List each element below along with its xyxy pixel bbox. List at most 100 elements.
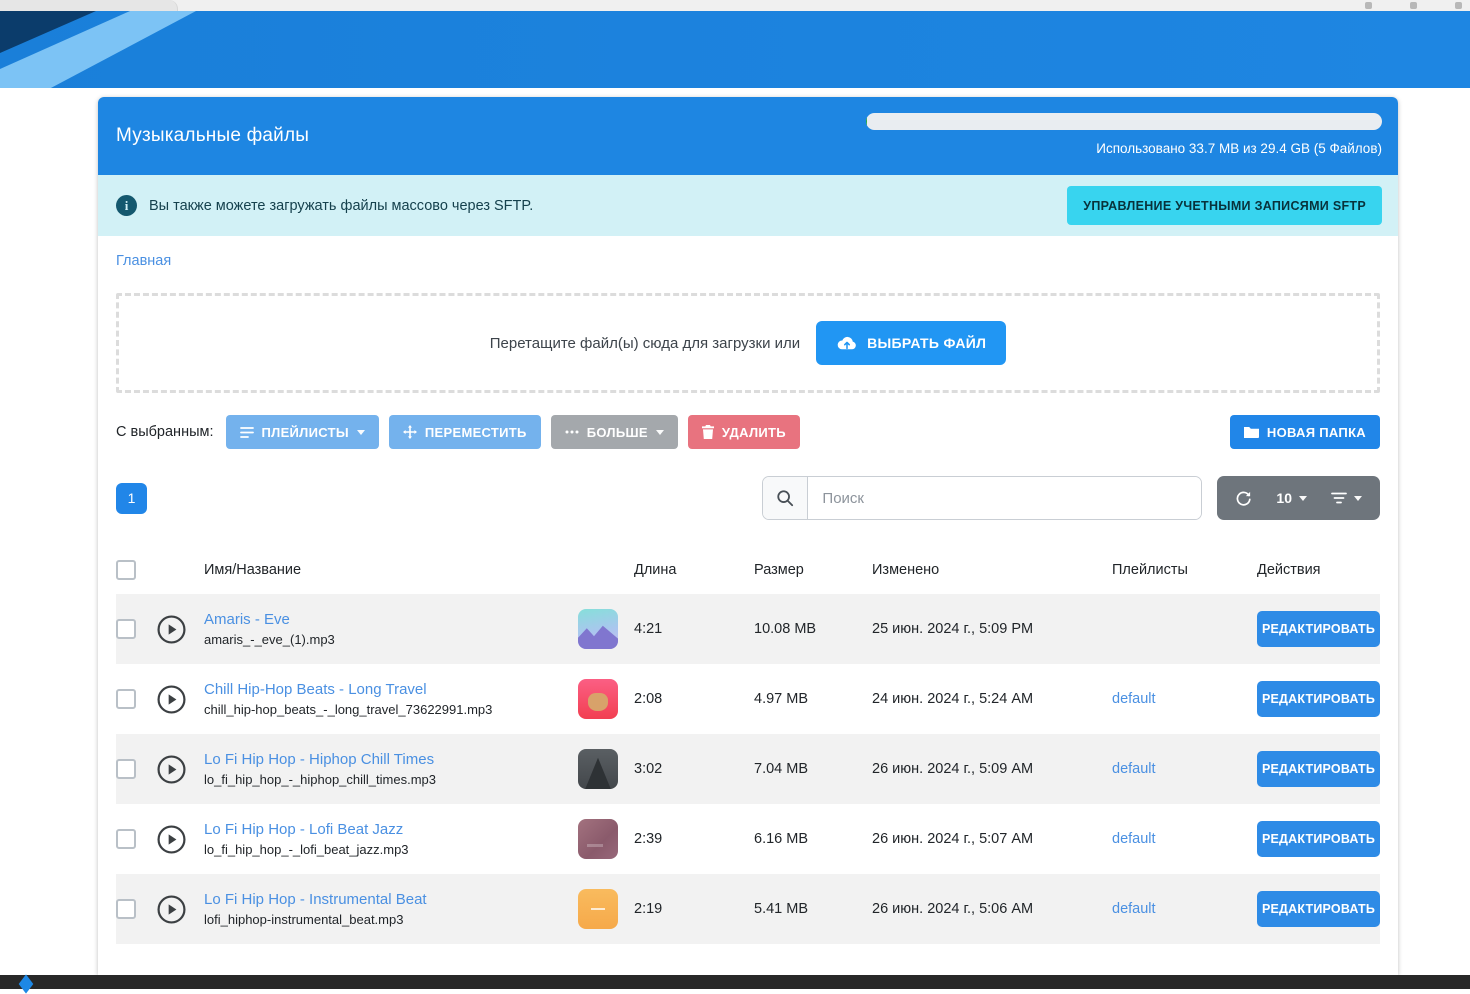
dropzone-prompt: Перетащите файл(ы) сюда для загрузки или <box>490 335 800 352</box>
file-title-link[interactable]: Lo Fi Hip Hop - Instrumental Beat <box>204 891 578 908</box>
new-folder-label: НОВАЯ ПАПКА <box>1267 425 1366 440</box>
move-label: ПЕРЕМЕСТИТЬ <box>425 425 527 440</box>
list-settings-group: 10 <box>1217 476 1380 520</box>
storage-usage-text: Использовано 33.7 MB из 29.4 GB (5 Файло… <box>1096 141 1382 156</box>
file-size: 10.08 MB <box>754 621 872 637</box>
cloud-upload-icon <box>836 334 858 352</box>
more-button[interactable]: БОЛЬШЕ <box>551 415 678 449</box>
edit-button[interactable]: РЕДАКТИРОВАТЬ <box>1257 751 1380 787</box>
sort-dropdown[interactable] <box>1319 476 1374 520</box>
delete-label: УДАЛИТЬ <box>722 425 786 440</box>
playlists-button[interactable]: ПЛЕЙЛИСТЫ <box>226 415 379 449</box>
file-thumbnail <box>578 609 618 649</box>
upload-dropzone[interactable]: Перетащите файл(ы) сюда для загрузки или… <box>116 293 1380 393</box>
delete-button[interactable]: УДАЛИТЬ <box>688 415 800 449</box>
play-button[interactable] <box>156 614 187 645</box>
search-input[interactable] <box>808 477 1201 519</box>
ellipsis-icon <box>565 430 579 434</box>
file-name: amaris_-_eve_(1).mp3 <box>204 632 578 647</box>
manage-sftp-button[interactable]: УПРАВЛЕНИЕ УЧЕТНЫМИ ЗАПИСЯМИ SFTP <box>1067 186 1382 225</box>
table-header-row: Имя/Название Длина Размер Изменено Плейл… <box>116 545 1380 594</box>
file-thumbnail <box>578 679 618 719</box>
refresh-button[interactable] <box>1223 476 1264 520</box>
table-row: Lo Fi Hip Hop - Hiphop Chill Times lo_fi… <box>116 734 1380 804</box>
edit-button[interactable]: РЕДАКТИРОВАТЬ <box>1257 681 1380 717</box>
table-row: Amaris - Eve amaris_-_eve_(1).mp3 4:21 1… <box>116 594 1380 664</box>
column-header-modified: Изменено <box>872 562 1112 578</box>
chevron-down-icon <box>357 430 365 435</box>
file-modified: 26 июн. 2024 г., 5:06 AM <box>872 901 1112 917</box>
page-footer <box>0 975 1470 989</box>
file-thumbnail <box>578 889 618 929</box>
file-name: chill_hip-hop_beats_-_long_travel_736229… <box>204 702 578 717</box>
row-checkbox[interactable] <box>116 689 136 709</box>
page-size-dropdown[interactable]: 10 <box>1264 476 1319 520</box>
row-checkbox[interactable] <box>116 619 136 639</box>
browser-icon[interactable] <box>1455 2 1462 9</box>
playlist-link[interactable]: default <box>1112 691 1257 707</box>
footer-logo <box>19 974 34 993</box>
table-row: Lo Fi Hip Hop - Instrumental Beat lofi_h… <box>116 874 1380 944</box>
breadcrumb-home-link[interactable]: Главная <box>116 253 171 269</box>
file-length: 2:19 <box>634 901 754 917</box>
file-modified: 26 июн. 2024 г., 5:09 AM <box>872 761 1112 777</box>
move-button[interactable]: ПЕРЕМЕСТИТЬ <box>389 415 541 449</box>
table-row: Chill Hip-Hop Beats - Long Travel chill_… <box>116 664 1380 734</box>
column-header-actions: Действия <box>1257 562 1380 578</box>
row-checkbox[interactable] <box>116 899 136 919</box>
file-thumbnail <box>578 749 618 789</box>
sftp-info-banner: i Вы также можете загружать файлы массов… <box>98 175 1398 236</box>
file-thumbnail <box>578 819 618 859</box>
chevron-down-icon <box>656 430 664 435</box>
file-name: lofi_hiphop-instrumental_beat.mp3 <box>204 912 578 927</box>
trash-icon <box>702 425 714 439</box>
file-size: 5.41 MB <box>754 901 872 917</box>
file-size: 4.97 MB <box>754 691 872 707</box>
with-selected-label: С выбранным: <box>116 424 214 440</box>
choose-file-label: ВЫБРАТЬ ФАЙЛ <box>867 335 986 351</box>
playlists-label: ПЛЕЙЛИСТЫ <box>262 425 349 440</box>
hero-banner <box>0 11 1470 88</box>
file-title-link[interactable]: Lo Fi Hip Hop - Hiphop Chill Times <box>204 751 578 768</box>
page-title: Музыкальные файлы <box>116 125 309 147</box>
edit-button[interactable]: РЕДАКТИРОВАТЬ <box>1257 821 1380 857</box>
browser-icon[interactable] <box>1365 2 1372 9</box>
choose-file-button[interactable]: ВЫБРАТЬ ФАЙЛ <box>816 321 1006 365</box>
row-checkbox[interactable] <box>116 759 136 779</box>
search-icon <box>763 477 808 519</box>
play-button[interactable] <box>156 894 187 925</box>
column-header-length: Длина <box>634 562 754 578</box>
browser-tab[interactable] <box>0 0 178 11</box>
file-name: lo_fi_hip_hop_-_hiphop_chill_times.mp3 <box>204 772 578 787</box>
file-size: 7.04 MB <box>754 761 872 777</box>
file-title-link[interactable]: Lo Fi Hip Hop - Lofi Beat Jazz <box>204 821 578 838</box>
new-folder-button[interactable]: НОВАЯ ПАПКА <box>1230 415 1380 449</box>
chevron-down-icon <box>1354 496 1362 501</box>
pagination-page-1[interactable]: 1 <box>116 483 147 514</box>
file-length: 2:08 <box>634 691 754 707</box>
edit-button[interactable]: РЕДАКТИРОВАТЬ <box>1257 891 1380 927</box>
edit-button[interactable]: РЕДАКТИРОВАТЬ <box>1257 611 1380 647</box>
files-card: Музыкальные файлы Использовано 33.7 MB и… <box>98 97 1398 975</box>
play-button[interactable] <box>156 754 187 785</box>
info-banner-text: Вы также можете загружать файлы массово … <box>149 198 533 214</box>
playlist-link[interactable]: default <box>1112 831 1257 847</box>
file-title-link[interactable]: Amaris - Eve <box>204 611 578 628</box>
row-checkbox[interactable] <box>116 829 136 849</box>
play-button[interactable] <box>156 684 187 715</box>
playlist-link[interactable]: default <box>1112 761 1257 777</box>
browser-icon[interactable] <box>1410 2 1417 9</box>
select-all-checkbox[interactable] <box>116 560 136 580</box>
folder-icon <box>1244 426 1259 438</box>
file-size: 6.16 MB <box>754 831 872 847</box>
page-size-value: 10 <box>1276 490 1292 506</box>
file-title-link[interactable]: Chill Hip-Hop Beats - Long Travel <box>204 681 578 698</box>
play-button[interactable] <box>156 824 187 855</box>
playlist-link[interactable]: default <box>1112 901 1257 917</box>
card-header: Музыкальные файлы Использовано 33.7 MB и… <box>98 97 1398 175</box>
storage-progress-bar <box>866 113 1382 130</box>
file-length: 4:21 <box>634 621 754 637</box>
file-modified: 26 июн. 2024 г., 5:07 AM <box>872 831 1112 847</box>
storage-progress-fill <box>866 113 867 130</box>
chevron-down-icon <box>1299 496 1307 501</box>
